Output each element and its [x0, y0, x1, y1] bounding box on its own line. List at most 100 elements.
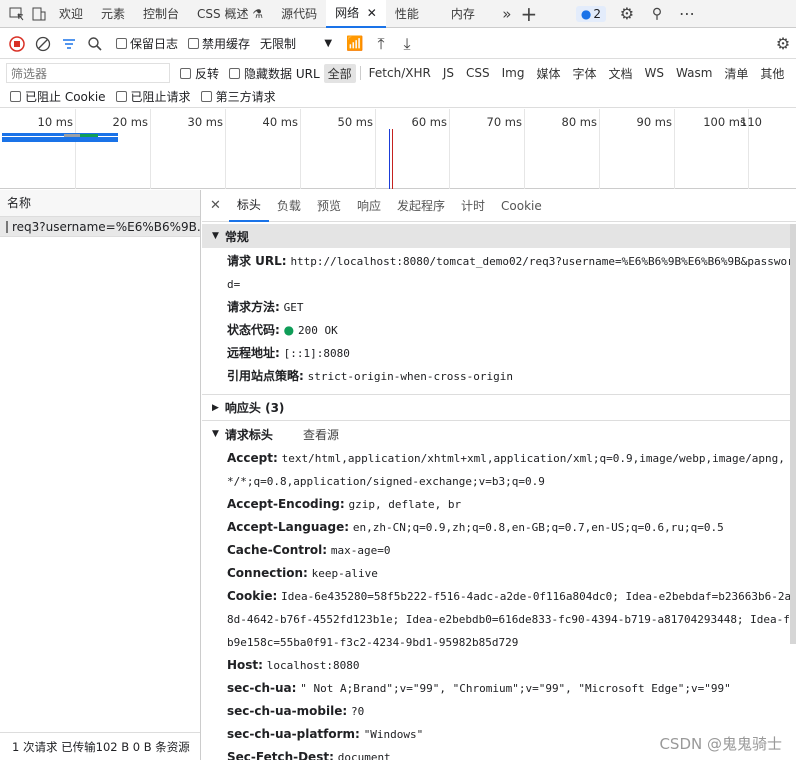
timeline-overview[interactable]: 10 ms 20 ms 30 ms 40 ms 50 ms 60 ms 70 m…: [0, 109, 796, 189]
disable-cache-box[interactable]: [188, 38, 200, 49]
clear-icon[interactable]: [32, 33, 54, 55]
expanded-triangle-icon: ▼: [212, 429, 219, 439]
general-key: 引用站点策略:: [227, 369, 304, 383]
header-value: "Windows": [363, 728, 424, 741]
filter-bar-2: 已阻止 Cookie 已阻止请求 第三方请求: [0, 86, 796, 108]
divider: [359, 66, 361, 80]
request-bar: [2, 133, 118, 136]
view-source-link[interactable]: 查看源: [303, 426, 339, 443]
tick-label: 80 ms: [561, 115, 597, 129]
type-doc[interactable]: 文档: [605, 64, 637, 83]
network-settings-icon[interactable]: ⚙: [772, 33, 794, 55]
tick-label: 40 ms: [262, 115, 298, 129]
response-headers-section-header[interactable]: ▶ 响应头 (3): [202, 395, 796, 421]
issues-badge[interactable]: ● 2: [575, 5, 606, 22]
network-conditions-icon[interactable]: 📶: [344, 33, 366, 55]
general-value: [::1]:8080: [283, 347, 350, 360]
header-value: gzip, deflate, br: [348, 498, 462, 511]
tab-performance[interactable]: 性能: [386, 0, 428, 28]
blocked-request-checkbox[interactable]: 已阻止请求: [115, 88, 191, 105]
import-har-icon[interactable]: ⤒: [370, 33, 392, 55]
invert-box[interactable]: [180, 67, 191, 79]
throttle-select[interactable]: 无限制 ▼: [260, 35, 332, 52]
hide-data-url-checkbox[interactable]: 隐藏数据 URL: [229, 65, 320, 82]
tab-elements[interactable]: 元素: [92, 0, 134, 28]
type-manifest[interactable]: 清单: [720, 64, 752, 83]
type-js[interactable]: JS: [439, 65, 458, 81]
more-tabs-icon[interactable]: »: [496, 3, 518, 25]
blocked-cookie-box[interactable]: [10, 91, 21, 102]
add-tab-icon[interactable]: +: [518, 2, 540, 26]
response-headers-title: 响应头 (3): [224, 401, 285, 415]
customize-icon[interactable]: ⚲: [646, 3, 668, 25]
third-party-checkbox[interactable]: 第三方请求: [200, 88, 276, 105]
blocked-request-box[interactable]: [115, 91, 127, 102]
search-icon[interactable]: [84, 33, 106, 55]
invert-checkbox[interactable]: 反转: [180, 65, 219, 82]
disable-cache-label: 禁用缓存: [202, 37, 251, 51]
type-font[interactable]: 字体: [568, 64, 600, 83]
third-party-box[interactable]: [200, 91, 212, 102]
tick-label: 90 ms: [636, 115, 672, 129]
filter-input[interactable]: 筛选器: [6, 63, 170, 83]
tab-cookie[interactable]: Cookie: [493, 190, 550, 222]
request-headers-section-header[interactable]: ▼ 请求标头 查看源: [202, 421, 796, 447]
tab-memory[interactable]: 内存: [442, 0, 484, 28]
header-value: ?0: [350, 705, 365, 718]
export-har-icon[interactable]: ⤓: [396, 33, 418, 55]
inspect-icon[interactable]: [6, 3, 28, 25]
tab-network[interactable]: 网络 ✕: [326, 0, 386, 28]
record-stop-icon[interactable]: [6, 33, 28, 55]
close-details-icon[interactable]: ✕: [202, 190, 229, 222]
header-row: Host: localhost:8080: [202, 654, 796, 677]
details-tabs: ✕ 标头 负载 预览 响应 发起程序 计时 Cookie: [202, 190, 796, 222]
filter-bar: 筛选器 反转 隐藏数据 URL 全部 Fetch/XHR JS CSS Img …: [0, 60, 796, 86]
type-other[interactable]: 其他: [756, 64, 788, 83]
tab-welcome[interactable]: 欢迎: [50, 0, 92, 28]
request-row[interactable]: req3?username=%E6%B6%9B...: [0, 217, 200, 237]
tab-css-overview[interactable]: CSS 概述 ⚗: [188, 0, 272, 28]
preserve-log-box[interactable]: [116, 38, 127, 49]
name-column-header[interactable]: 名称: [0, 190, 200, 217]
blocked-cookie-checkbox[interactable]: 已阻止 Cookie: [10, 88, 106, 105]
tab-response[interactable]: 响应: [349, 190, 389, 222]
details-scrollbar[interactable]: [790, 224, 796, 644]
disable-cache-checkbox[interactable]: 禁用缓存: [188, 35, 250, 52]
tab-timing[interactable]: 计时: [453, 190, 493, 222]
device-toolbar-icon[interactable]: [28, 3, 50, 25]
type-wasm[interactable]: Wasm: [672, 65, 716, 81]
tab-headers[interactable]: 标头: [228, 190, 269, 222]
general-value: strict-origin-when-cross-origin: [307, 370, 513, 383]
header-key: sec-ch-ua-platform:: [227, 727, 360, 741]
request-list: 名称 req3?username=%E6%B6%9B... 1 次请求 已传输1…: [0, 190, 201, 760]
header-key: Accept-Language:: [227, 520, 350, 534]
filter-icon[interactable]: [58, 33, 80, 55]
type-css[interactable]: CSS: [462, 65, 494, 81]
devtools-tabbar: 欢迎 元素 控制台 CSS 概述 ⚗ 源代码 网络 ✕ 性能 内存 » + ● 2…: [0, 0, 796, 28]
grid-line: [300, 109, 301, 189]
type-media[interactable]: 媒体: [532, 64, 564, 83]
request-details: ✕ 标头 负载 预览 响应 发起程序 计时 Cookie ▼ 常规 请求 URL…: [202, 190, 796, 760]
type-img[interactable]: Img: [498, 65, 529, 81]
settings-gear-icon[interactable]: ⚙: [616, 3, 638, 25]
type-fetch-xhr[interactable]: Fetch/XHR: [365, 65, 435, 81]
general-section-header[interactable]: ▼ 常规: [202, 224, 796, 248]
tab-initiator[interactable]: 发起程序: [389, 190, 453, 222]
type-ws[interactable]: WS: [641, 65, 668, 81]
tick-label: 20 ms: [112, 115, 148, 129]
tab-console[interactable]: 控制台: [134, 0, 188, 28]
tab-preview[interactable]: 预览: [309, 190, 349, 222]
tick-label: 100 ms: [703, 115, 746, 129]
tab-payload[interactable]: 负载: [269, 190, 309, 222]
hide-data-url-label: 隐藏数据 URL: [244, 66, 320, 81]
general-value: 200 OK: [297, 324, 338, 337]
general-value: GET: [283, 301, 304, 314]
general-value: http://localhost:8080/tomcat_demo02/req3…: [227, 255, 794, 291]
header-row: sec-ch-ua-mobile: ?0: [202, 700, 796, 723]
close-icon[interactable]: ✕: [367, 6, 377, 20]
type-all[interactable]: 全部: [323, 63, 356, 83]
hide-data-url-box[interactable]: [229, 67, 241, 79]
more-options-icon[interactable]: ⋯: [676, 3, 698, 25]
tab-sources[interactable]: 源代码: [272, 0, 326, 28]
preserve-log-checkbox[interactable]: 保留日志: [116, 35, 178, 52]
